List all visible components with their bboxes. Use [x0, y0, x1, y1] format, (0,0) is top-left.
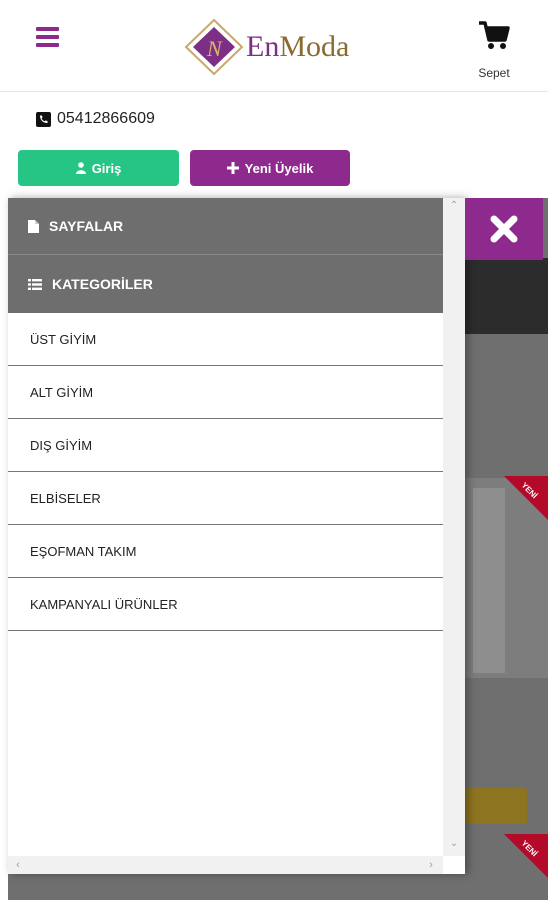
category-item[interactable]: EŞOFMAN TAKIM — [8, 525, 443, 578]
category-item[interactable]: KAMPANYALI ÜRÜNLER — [8, 578, 443, 631]
hamburger-icon[interactable] — [36, 27, 59, 47]
site-logo[interactable]: N EnModa — [184, 18, 364, 76]
login-button[interactable]: Giriş — [18, 150, 179, 186]
cart-button[interactable]: Sepet — [470, 18, 518, 84]
background-product-detail — [473, 488, 505, 673]
logo-suffix: Moda — [279, 30, 350, 63]
side-menu: SAYFALAR KATEGORİLER ÜST GİYİM ALT GİYİM… — [8, 198, 465, 874]
scroll-left-icon[interactable]: ‹ — [10, 856, 26, 874]
background-product-image — [464, 258, 548, 334]
menu-section-pages[interactable]: SAYFALAR — [8, 198, 443, 255]
menu-section-categories[interactable]: KATEGORİLER — [8, 255, 443, 313]
logo-prefix: En — [246, 30, 280, 63]
close-menu-button[interactable] — [465, 198, 543, 260]
menu-categories-label: KATEGORİLER — [52, 276, 153, 292]
plus-icon — [226, 162, 239, 174]
phone-contact[interactable]: 05412866609 — [36, 108, 155, 130]
background-add-button — [464, 788, 527, 824]
category-item[interactable]: ALT GİYİM — [8, 366, 443, 419]
cart-label: Sepet — [478, 66, 510, 80]
menu-pages-label: SAYFALAR — [49, 218, 124, 234]
site-header: N EnModa Sepet — [0, 0, 548, 92]
list-icon — [28, 278, 42, 290]
phone-icon — [36, 111, 51, 127]
scroll-up-icon[interactable]: ⌃ — [443, 200, 465, 216]
category-item[interactable]: ELBİSELER — [8, 472, 443, 525]
file-icon — [28, 219, 39, 233]
logo-diamond-icon: N — [184, 18, 244, 76]
register-button[interactable]: Yeni Üyelik — [190, 150, 350, 186]
logo-wordmark: EnModa — [246, 30, 349, 64]
scroll-right-icon[interactable]: › — [423, 856, 439, 874]
login-label: Giriş — [91, 160, 122, 176]
category-item[interactable]: DIŞ GİYİM — [8, 419, 443, 472]
scroll-down-icon[interactable]: ⌄ — [443, 838, 465, 854]
close-icon — [490, 215, 518, 243]
vertical-scrollbar[interactable]: ⌃ ⌄ — [443, 198, 465, 856]
category-item[interactable]: ÜST GİYİM — [8, 313, 443, 366]
user-icon — [75, 162, 86, 174]
horizontal-scrollbar[interactable]: ‹ › — [8, 856, 443, 874]
phone-number: 05412866609 — [57, 110, 155, 127]
svg-text:N: N — [206, 36, 223, 61]
cart-icon — [479, 21, 510, 49]
register-label: Yeni Üyelik — [244, 160, 314, 176]
